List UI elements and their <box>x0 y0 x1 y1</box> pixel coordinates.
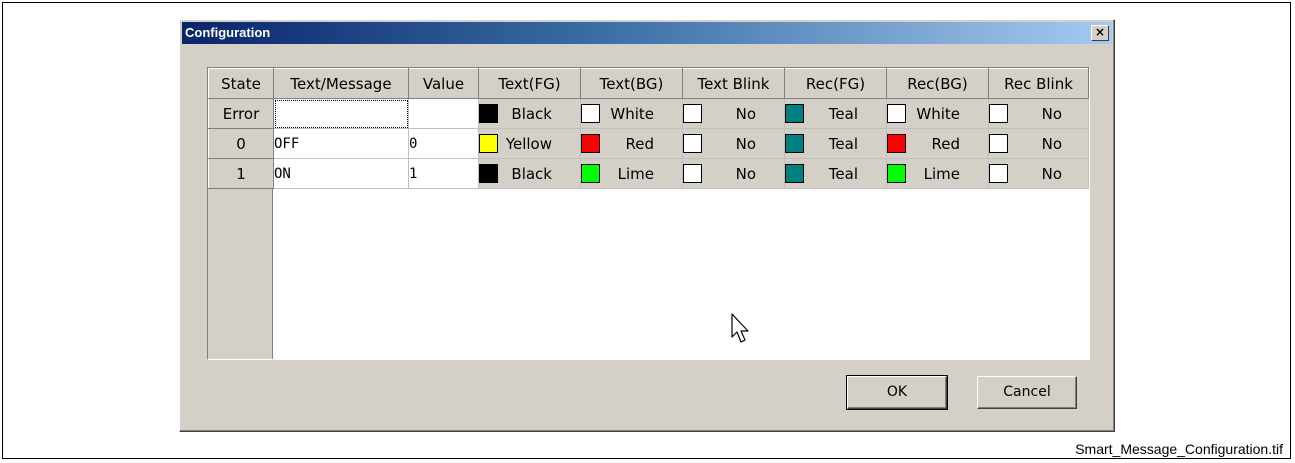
rec-bg-cell[interactable]: Lime <box>886 158 989 189</box>
color-label: Black <box>511 164 552 183</box>
close-icon: × <box>1094 25 1106 39</box>
text-bg-cell[interactable]: White <box>580 98 683 129</box>
color-label: No <box>735 104 756 123</box>
row-header-state[interactable]: 1 <box>208 158 274 189</box>
table-row: Error Black White No Teal White No <box>208 98 1089 129</box>
header-row: State Text/Message Value Text(FG) Text(B… <box>208 68 1089 99</box>
col-header-state[interactable]: State <box>208 68 274 99</box>
row-header-state[interactable]: Error <box>208 98 274 129</box>
color-label: Teal <box>828 164 858 183</box>
ok-button[interactable]: OK <box>846 375 948 410</box>
configuration-grid[interactable]: State Text/Message Value Text(FG) Text(B… <box>207 67 1090 360</box>
col-header-rec-blink[interactable]: Rec Blink <box>988 68 1089 99</box>
color-label: No <box>735 164 756 183</box>
color-swatch <box>683 164 702 183</box>
color-swatch <box>989 104 1008 123</box>
dialog-title: Configuration <box>185 25 271 40</box>
col-header-value[interactable]: Value <box>408 68 479 99</box>
color-label: White <box>916 104 960 123</box>
col-header-rec-bg[interactable]: Rec(BG) <box>886 68 989 99</box>
title-bar: Configuration × <box>182 22 1112 44</box>
text-blink-cell[interactable]: No <box>682 128 785 159</box>
color-label: No <box>1041 134 1062 153</box>
color-swatch <box>683 104 702 123</box>
text-message-cell[interactable]: ON <box>273 158 409 189</box>
text-bg-cell[interactable]: Red <box>580 128 683 159</box>
color-label: Teal <box>828 134 858 153</box>
value-cell[interactable]: 1 <box>408 158 479 189</box>
color-swatch <box>887 164 906 183</box>
text-fg-cell[interactable]: Yellow <box>478 128 581 159</box>
color-label: Black <box>511 104 552 123</box>
rec-blink-cell[interactable]: No <box>988 128 1089 159</box>
rec-fg-cell[interactable]: Teal <box>784 98 887 129</box>
color-swatch <box>989 164 1008 183</box>
row-header-state[interactable]: 0 <box>208 128 274 159</box>
cancel-button[interactable]: Cancel <box>977 376 1077 409</box>
text-message-cell[interactable]: OFF <box>273 128 409 159</box>
color-swatch <box>581 164 600 183</box>
color-label: Yellow <box>505 134 552 153</box>
rec-bg-cell[interactable]: White <box>886 98 989 129</box>
mouse-pointer-icon <box>731 313 749 343</box>
col-header-text-blink[interactable]: Text Blink <box>682 68 785 99</box>
rec-blink-cell[interactable]: No <box>988 98 1089 129</box>
configuration-dialog: Configuration × State Text/Message Value… <box>179 19 1115 432</box>
table-row: 0 OFF 0 Yellow Red No Teal Red No <box>208 128 1089 159</box>
rec-fg-cell[interactable]: Teal <box>784 158 887 189</box>
color-swatch <box>581 134 600 153</box>
rec-bg-cell[interactable]: Red <box>886 128 989 159</box>
color-swatch <box>887 104 906 123</box>
color-label: Teal <box>828 104 858 123</box>
color-swatch <box>887 134 906 153</box>
color-swatch <box>785 164 804 183</box>
rec-blink-cell[interactable]: No <box>988 158 1089 189</box>
text-blink-cell[interactable]: No <box>682 98 785 129</box>
col-header-text-fg[interactable]: Text(FG) <box>478 68 581 99</box>
color-label: Lime <box>617 164 654 183</box>
color-swatch <box>581 104 600 123</box>
color-label: No <box>735 134 756 153</box>
color-swatch <box>785 134 804 153</box>
text-blink-cell[interactable]: No <box>682 158 785 189</box>
close-button[interactable]: × <box>1091 25 1109 41</box>
text-fg-cell[interactable]: Black <box>478 98 581 129</box>
state-table: State Text/Message Value Text(FG) Text(B… <box>208 68 1089 189</box>
col-header-text-message[interactable]: Text/Message <box>273 68 409 99</box>
color-swatch <box>479 104 498 123</box>
color-label: White <box>610 104 654 123</box>
text-fg-cell[interactable]: Black <box>478 158 581 189</box>
col-header-text-bg[interactable]: Text(BG) <box>580 68 683 99</box>
col-header-rec-fg[interactable]: Rec(FG) <box>784 68 887 99</box>
color-label: No <box>1041 164 1062 183</box>
table-row: 1 ON 1 Black Lime No Teal Lime No <box>208 158 1089 189</box>
value-cell[interactable]: 0 <box>408 128 479 159</box>
color-swatch <box>989 134 1008 153</box>
text-message-cell[interactable] <box>273 98 409 129</box>
color-swatch <box>479 134 498 153</box>
color-swatch <box>683 134 702 153</box>
color-label: Red <box>931 134 961 153</box>
color-label: No <box>1041 104 1062 123</box>
value-cell[interactable] <box>408 98 479 129</box>
text-bg-cell[interactable]: Lime <box>580 158 683 189</box>
color-swatch <box>479 164 498 183</box>
color-swatch <box>785 104 804 123</box>
figure-caption: Smart_Message_Configuration.tif <box>1075 441 1283 457</box>
rec-fg-cell[interactable]: Teal <box>784 128 887 159</box>
color-label: Red <box>625 134 655 153</box>
color-label: Lime <box>923 164 960 183</box>
